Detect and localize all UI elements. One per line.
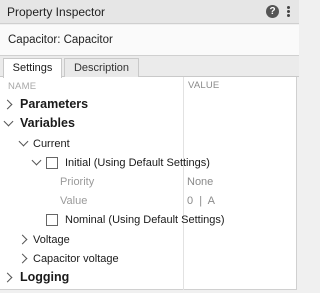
section-label: Parameters (20, 97, 89, 111)
column-header-name: NAME (8, 81, 37, 92)
initial-checkbox[interactable] (46, 157, 58, 169)
help-icon[interactable]: ? (266, 5, 279, 18)
tree-item-label: Initial (Using Default Settings) (65, 157, 210, 169)
nominal-checkbox[interactable] (46, 214, 58, 226)
chevron-right-icon[interactable] (17, 234, 28, 245)
tab-strip: Settings Description (0, 56, 299, 78)
chevron-down-icon[interactable] (31, 155, 42, 166)
priority-value[interactable]: None (187, 176, 213, 188)
property-grid: NAME VALUE Parameters Variables Current … (0, 77, 297, 290)
tab-settings[interactable]: Settings (3, 58, 62, 78)
tree-item-label: Capacitor voltage (33, 253, 119, 265)
tree-row-priority[interactable]: Priority None (0, 173, 297, 192)
tree-row-current[interactable]: Current (0, 135, 297, 154)
section-label: Logging (20, 270, 70, 284)
column-header-value: VALUE (188, 80, 220, 91)
tree-item-label: Nominal (Using Default Settings) (65, 214, 225, 226)
tree-row-value[interactable]: Value 0 | A (0, 192, 297, 211)
tree-row-parameters[interactable]: Parameters (0, 96, 297, 115)
chevron-down-icon[interactable] (18, 136, 29, 147)
tree-row-voltage[interactable]: Voltage (0, 231, 297, 250)
component-header: Capacitor: Capacitor (0, 25, 299, 56)
window-title: Property Inspector (7, 5, 106, 19)
chevron-right-icon[interactable] (2, 272, 13, 283)
chevron-right-icon[interactable] (17, 253, 28, 264)
section-label: Variables (20, 116, 75, 130)
value-label: Value (60, 195, 88, 207)
tree-row-nominal[interactable]: Nominal (Using Default Settings) (0, 211, 297, 230)
title-bar: Property Inspector ? (0, 0, 299, 24)
tree-item-label: Current (33, 138, 70, 150)
tree-item-label: Voltage (33, 234, 70, 246)
tree-row-capacitor-voltage[interactable]: Capacitor voltage (0, 250, 297, 269)
chevron-down-icon[interactable] (3, 116, 14, 127)
chevron-right-icon[interactable] (2, 99, 13, 110)
tree-row-initial[interactable]: Initial (Using Default Settings) (0, 154, 297, 173)
kebab-menu-icon[interactable] (283, 5, 294, 19)
value-field[interactable]: 0 | A (187, 195, 215, 207)
tree-row-logging[interactable]: Logging (0, 269, 297, 288)
tab-description[interactable]: Description (64, 58, 139, 78)
component-label: Capacitor: Capacitor (8, 34, 113, 46)
tree-row-variables[interactable]: Variables (0, 115, 297, 134)
priority-label: Priority (60, 176, 95, 188)
